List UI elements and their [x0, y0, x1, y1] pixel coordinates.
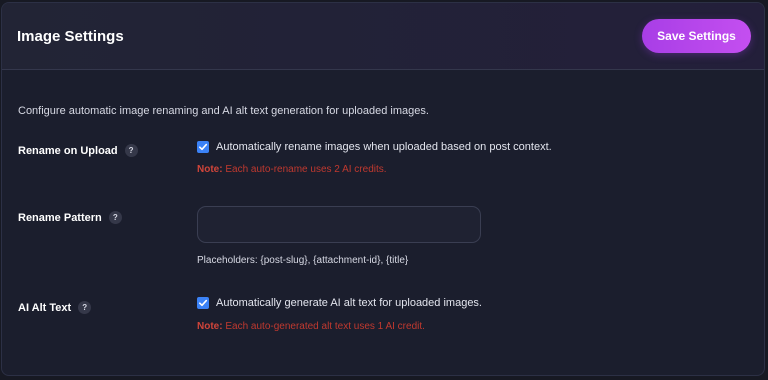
rename-on-upload-option[interactable]: Automatically rename images when uploade…	[197, 141, 552, 153]
alt-text-credit-note: Note: Each auto-generated alt text uses …	[197, 321, 425, 332]
panel-description: Configure automatic image renaming and A…	[18, 105, 429, 117]
ai-alt-text-checkbox[interactable]	[197, 297, 209, 309]
image-settings-panel: Image Settings Save Settings Configure a…	[1, 2, 765, 376]
rename-credit-note: Note: Each auto-rename uses 2 AI credits…	[197, 164, 387, 175]
ai-alt-text-label: AI Alt Text ?	[18, 301, 92, 314]
rename-pattern-label: Rename Pattern ?	[18, 211, 122, 224]
checkmark-icon	[199, 143, 208, 151]
note-prefix: Note:	[197, 164, 223, 175]
rename-on-upload-label-text: Rename on Upload	[18, 144, 118, 157]
help-icon[interactable]: ?	[108, 211, 122, 224]
checkmark-icon	[199, 299, 208, 307]
help-icon[interactable]: ?	[78, 301, 92, 314]
save-settings-button[interactable]: Save Settings	[642, 19, 751, 53]
help-icon[interactable]: ?	[124, 144, 138, 157]
rename-pattern-helper: Placeholders: {post-slug}, {attachment-i…	[197, 255, 409, 266]
note-text: Each auto-rename uses 2 AI credits.	[225, 164, 387, 175]
note-text: Each auto-generated alt text uses 1 AI c…	[225, 321, 425, 332]
rename-on-upload-checkbox-label[interactable]: Automatically rename images when uploade…	[216, 141, 552, 153]
note-prefix: Note:	[197, 321, 223, 332]
ai-alt-text-label-text: AI Alt Text	[18, 301, 72, 314]
ai-alt-text-option[interactable]: Automatically generate AI alt text for u…	[197, 297, 482, 309]
rename-pattern-input[interactable]	[197, 206, 481, 243]
ai-alt-text-checkbox-label[interactable]: Automatically generate AI alt text for u…	[216, 297, 482, 309]
rename-on-upload-label: Rename on Upload ?	[18, 144, 138, 157]
panel-title: Image Settings	[17, 28, 124, 45]
rename-pattern-label-text: Rename Pattern	[18, 211, 102, 224]
panel-header: Image Settings Save Settings	[2, 3, 764, 70]
rename-on-upload-checkbox[interactable]	[197, 141, 209, 153]
